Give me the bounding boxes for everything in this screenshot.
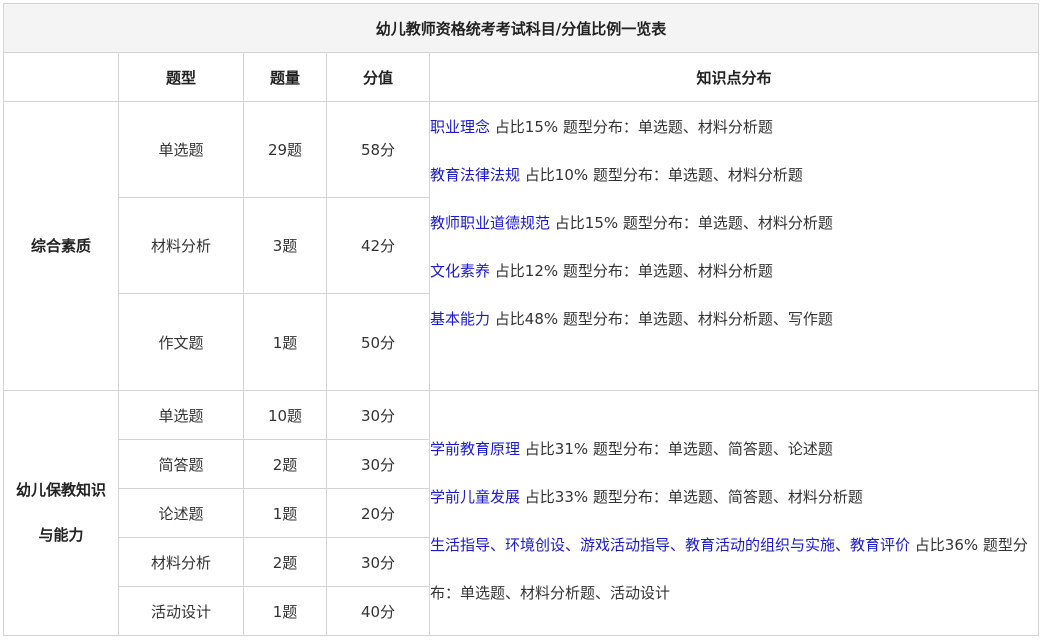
knowledge-item: 生活指导、环境创设、游戏活动指导、教育活动的组织与实施、教育评价 占比36% 题… — [431, 521, 1038, 617]
knowledge-text: 占比15% 题型分布：单选题、材料分析题 — [550, 214, 833, 232]
knowledge-text: 占比12% 题型分布：单选题、材料分析题 — [490, 262, 773, 280]
count-cell: 10题 — [243, 390, 327, 440]
knowledge-item: 学前教育原理 占比31% 题型分布：单选题、简答题、论述题 — [431, 425, 1038, 473]
count-cell: 1题 — [243, 488, 327, 538]
count-cell: 2题 — [243, 439, 327, 489]
type-cell: 材料分析 — [118, 197, 244, 294]
knowledge-item: 教师职业道德规范 占比15% 题型分布：单选题、材料分析题 — [431, 199, 1038, 247]
type-cell: 单选题 — [118, 101, 244, 198]
knowledge-link[interactable]: 教育法律法规 — [431, 166, 521, 184]
knowledge-item: 学前儿童发展 占比33% 题型分布：单选题、简答题、材料分析题 — [431, 473, 1038, 521]
count-cell: 29题 — [243, 101, 327, 198]
subject-line: 与能力 — [38, 526, 84, 544]
knowledge-link[interactable]: 职业理念 — [431, 118, 491, 136]
knowledge-link[interactable]: 学前教育原理 — [431, 440, 521, 458]
subject-cell: 幼儿保教知识 与能力 — [3, 390, 119, 636]
knowledge-text: 占比48% 题型分布：单选题、材料分析题、写作题 — [490, 310, 833, 328]
subject-cell: 综合素质 — [3, 101, 119, 391]
knowledge-text: 占比31% 题型分布：单选题、简答题、论述题 — [520, 440, 833, 458]
count-cell: 1题 — [243, 586, 327, 636]
score-cell: 30分 — [326, 537, 430, 587]
knowledge-link[interactable]: 生活指导、环境创设、游戏活动指导、教育活动的组织与实施、教育评价 — [431, 536, 911, 554]
table-row: 综合素质 单选题 29题 58分 职业理念 占比15% 题型分布：单选题、材料分… — [3, 101, 1039, 391]
type-cell: 论述题 — [118, 488, 244, 538]
type-cell: 材料分析 — [118, 537, 244, 587]
type-cell: 作文题 — [118, 293, 244, 391]
count-cell: 1题 — [243, 293, 327, 391]
score-cell: 20分 — [326, 488, 430, 538]
knowledge-link[interactable]: 学前儿童发展 — [431, 488, 521, 506]
score-cell: 42分 — [326, 197, 430, 294]
score-cell: 50分 — [326, 293, 430, 391]
table-title: 幼儿教师资格统考考试科目/分值比例一览表 — [3, 3, 1039, 53]
knowledge-link[interactable]: 文化素养 — [431, 262, 491, 280]
score-cell: 30分 — [326, 390, 430, 440]
header-empty — [3, 52, 119, 102]
type-cell: 简答题 — [118, 439, 244, 489]
knowledge-item: 职业理念 占比15% 题型分布：单选题、材料分析题 — [431, 103, 1038, 151]
type-cell: 活动设计 — [118, 586, 244, 636]
header-knowledge: 知识点分布 — [429, 52, 1039, 102]
score-cell: 30分 — [326, 439, 430, 489]
knowledge-link[interactable]: 基本能力 — [431, 310, 491, 328]
knowledge-text: 占比15% 题型分布：单选题、材料分析题 — [490, 118, 773, 136]
header-count: 题量 — [243, 52, 327, 102]
header-type: 题型 — [118, 52, 244, 102]
table-row: 幼儿保教知识 与能力 单选题 10题 30分 学前教育原理 占比31% 题型分布… — [3, 390, 1039, 636]
header-score: 分值 — [326, 52, 430, 102]
knowledge-cell: 职业理念 占比15% 题型分布：单选题、材料分析题 教育法律法规 占比10% 题… — [429, 101, 1039, 391]
knowledge-item: 文化素养 占比12% 题型分布：单选题、材料分析题 — [431, 247, 1038, 295]
knowledge-cell: 学前教育原理 占比31% 题型分布：单选题、简答题、论述题 学前儿童发展 占比3… — [429, 390, 1039, 636]
count-cell: 2题 — [243, 537, 327, 587]
header-row: 题型 题量 分值 知识点分布 — [3, 52, 1039, 102]
knowledge-item: 教育法律法规 占比10% 题型分布：单选题、材料分析题 — [431, 151, 1038, 199]
count-cell: 3题 — [243, 197, 327, 294]
knowledge-text: 占比33% 题型分布：单选题、简答题、材料分析题 — [520, 488, 863, 506]
score-cell: 40分 — [326, 586, 430, 636]
knowledge-link[interactable]: 教师职业道德规范 — [431, 214, 551, 232]
exam-table: 幼儿教师资格统考考试科目/分值比例一览表 题型 题量 分值 知识点分布 综合素质… — [3, 3, 1039, 636]
type-cell: 单选题 — [118, 390, 244, 440]
score-cell: 58分 — [326, 101, 430, 198]
subject-line: 幼儿保教知识 — [15, 481, 106, 499]
knowledge-item: 基本能力 占比48% 题型分布：单选题、材料分析题、写作题 — [431, 295, 1038, 343]
knowledge-text: 占比10% 题型分布：单选题、材料分析题 — [520, 166, 803, 184]
